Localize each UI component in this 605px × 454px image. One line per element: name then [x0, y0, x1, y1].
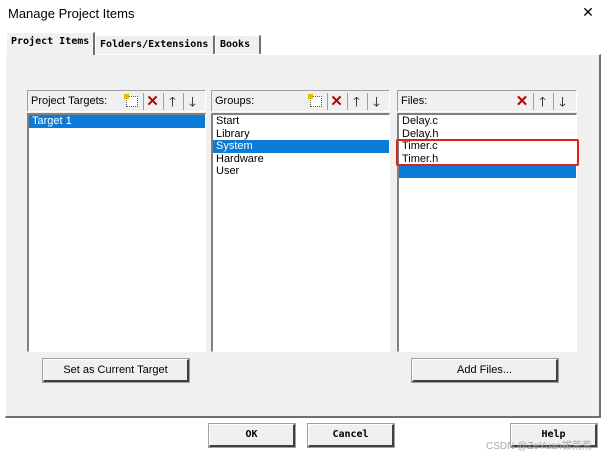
delete-target-button[interactable]: ✕ [143, 93, 161, 110]
list-item-group[interactable]: Hardware [213, 153, 389, 166]
move-down-icon: 🡓 [559, 94, 566, 109]
watermark: CSDN @ZeYuan拔荒荒 [486, 441, 592, 452]
delete-group-button[interactable]: ✕ [327, 93, 345, 110]
list-item-file[interactable] [399, 165, 576, 178]
groups-list[interactable]: Start Library System Hardware User [211, 113, 390, 352]
move-target-up-button[interactable]: 🡑 [163, 93, 181, 110]
tab-project-items[interactable]: Project Items [6, 32, 95, 55]
new-group-button[interactable] [307, 93, 325, 110]
move-file-down-button[interactable]: 🡓 [553, 93, 571, 110]
delete-file-button[interactable]: ✕ [513, 93, 531, 110]
highlight-box [396, 139, 579, 166]
list-item-group[interactable]: User [213, 165, 389, 178]
move-down-icon: 🡓 [373, 94, 380, 109]
new-target-button[interactable] [123, 93, 141, 110]
close-icon[interactable]: ✕ [580, 4, 596, 20]
files-label: Files: [401, 95, 428, 107]
move-up-icon: 🡑 [353, 94, 360, 109]
move-group-down-button[interactable]: 🡓 [367, 93, 385, 110]
tab-folders-extensions[interactable]: Folders/Extensions [95, 35, 215, 54]
groups-label: Groups: [215, 95, 255, 107]
targets-label: Project Targets: [31, 95, 108, 107]
new-item-icon [308, 94, 322, 107]
delete-icon: ✕ [330, 93, 343, 110]
set-current-target-button[interactable]: Set as Current Target [42, 358, 190, 383]
tab-books[interactable]: Books [215, 35, 261, 54]
move-down-icon: 🡓 [189, 94, 196, 109]
cancel-button[interactable]: Cancel [307, 423, 395, 448]
list-item-group[interactable]: Start [213, 115, 389, 128]
delete-icon: ✕ [515, 93, 529, 110]
list-item-group[interactable]: Library [213, 128, 389, 141]
move-target-down-button[interactable]: 🡓 [183, 93, 201, 110]
add-files-button[interactable]: Add Files... [411, 358, 559, 383]
ok-button[interactable]: OK [208, 423, 296, 448]
move-file-up-button[interactable]: 🡑 [533, 93, 551, 110]
files-header: Files: ✕ 🡑 🡓 [397, 90, 577, 112]
move-group-up-button[interactable]: 🡑 [347, 93, 365, 110]
delete-icon: ✕ [146, 93, 159, 110]
targets-header: Project Targets: ✕ 🡑 🡓 [27, 90, 206, 112]
list-item-group[interactable]: System [213, 140, 389, 153]
move-up-icon: 🡑 [169, 94, 176, 109]
groups-header: Groups: ✕ 🡑 🡓 [211, 90, 390, 112]
new-item-icon [124, 94, 138, 107]
move-up-icon: 🡑 [539, 94, 546, 109]
list-item-target[interactable]: Target 1 [29, 115, 205, 128]
dialog-title: Manage Project Items [8, 6, 135, 21]
targets-list[interactable]: Target 1 [27, 113, 206, 352]
list-item-file[interactable]: Delay.c [399, 115, 576, 128]
